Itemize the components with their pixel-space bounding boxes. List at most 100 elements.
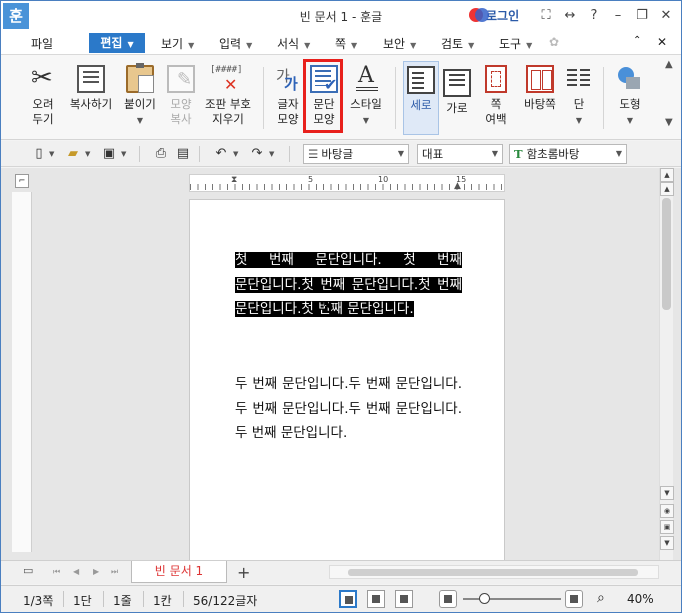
ribbon-divider (263, 67, 264, 129)
indent-marker-icon[interactable]: ⧗ (231, 175, 237, 185)
tab-list-icon[interactable]: ▭ (23, 564, 33, 577)
paragraph-2[interactable]: 두 번째 문단입니다.두 번째 문단입니다.두 번째 문단입니다.두 번째 문단… (235, 372, 462, 446)
restore-icon[interactable]: ❐ (633, 7, 651, 25)
chevron-down-icon: ▼ (246, 41, 253, 50)
horizontal-scroll-thumb[interactable] (348, 569, 638, 576)
menu-insert[interactable]: 입력 ▼ (219, 35, 252, 52)
paragraph-2-text[interactable]: 두 번째 문단입니다.두 번째 문단입니다.두 번째 문단입니다.두 번째 문단… (235, 376, 462, 441)
zoom-slider-thumb[interactable] (479, 593, 490, 604)
chevron-down-icon[interactable]: ▼ (121, 150, 126, 158)
menu-format[interactable]: 서식 ▼ (277, 35, 310, 52)
next-page-icon[interactable]: ▼ (660, 536, 674, 550)
close-icon[interactable]: ✕ (657, 7, 675, 25)
scroll-down-icon[interactable]: ▼ (660, 486, 674, 500)
highlight-box (303, 59, 343, 133)
menu-view[interactable]: 보기 ▼ (161, 35, 194, 52)
copy-button[interactable]: 복사하기 (65, 61, 117, 135)
style-select[interactable]: ☰ 바탕글 ▼ (303, 144, 409, 164)
fullscreen-icon[interactable]: ⛶ (537, 7, 555, 25)
zoom-out-icon[interactable] (439, 590, 457, 608)
page-view-icon[interactable] (339, 590, 357, 608)
zoom-in-icon[interactable] (565, 590, 583, 608)
selected-text[interactable]: 첫 번째 문단입니다. 첫 번째 문단입니다.첫 번째 문단입니다.첫 번째 문… (235, 252, 462, 317)
prev-page-icon[interactable]: ◉ (660, 504, 674, 518)
full-view-icon[interactable] (395, 590, 413, 608)
chevron-down-icon: ▼ (575, 116, 583, 125)
width-view-icon[interactable] (367, 590, 385, 608)
chevron-down-icon[interactable]: ▼ (269, 150, 274, 158)
paragraph-1[interactable]: 첫 번째 문단입니다. 첫 번째 문단입니다.첫 번째 문단입니다.첫 번째 문… (235, 248, 462, 322)
menu-security[interactable]: 보안 ▼ (383, 35, 416, 52)
login-button[interactable]: 로그인 (469, 7, 519, 24)
landscape-button[interactable]: 가로 (441, 61, 473, 135)
columns-label: 단 (573, 97, 585, 111)
print-icon[interactable]: ⎙ (153, 146, 169, 162)
menu-page[interactable]: 쪽 ▼ (335, 35, 357, 52)
add-tab-button[interactable]: + (237, 563, 250, 582)
next-tab-icon[interactable]: ▶ (93, 567, 99, 576)
landscape-label: 가로 (446, 101, 468, 115)
chevron-down-icon[interactable]: ▼ (49, 150, 54, 158)
ribbon-collapse-icon[interactable]: ⌃ (633, 35, 641, 46)
ruler-corner-button[interactable]: ⌐ (15, 174, 29, 188)
open-folder-icon[interactable]: ▰ (65, 146, 81, 162)
redo-icon[interactable]: ↷ (249, 146, 265, 162)
font-select[interactable]: T 함초롬바탕 ▼ (509, 144, 627, 164)
ribbon-scroll-down-icon[interactable]: ▼ (665, 117, 673, 128)
zoom-slider-track[interactable] (463, 598, 561, 600)
first-tab-icon[interactable]: ⏮ (53, 567, 60, 577)
chevron-down-icon: ▼ (362, 116, 370, 125)
vertical-ruler[interactable] (12, 192, 32, 552)
language-select[interactable]: 대표 ▼ (417, 144, 503, 164)
style-button[interactable]: 스타일 ▼ (345, 61, 387, 135)
select-browse-icon[interactable]: ▣ (660, 520, 674, 534)
document-close-icon[interactable]: ✕ (657, 35, 667, 49)
minimize-icon[interactable]: – (609, 7, 627, 25)
columns-button[interactable]: 단 ▼ (563, 61, 595, 135)
last-tab-icon[interactable]: ⏭ (111, 567, 118, 577)
status-page[interactable]: 1/3쪽 (23, 592, 53, 609)
char-shape-button[interactable]: 글자 모양 (271, 61, 305, 135)
portrait-button[interactable]: 세로 (403, 61, 439, 135)
shapes-button[interactable]: 도형 ▼ (611, 61, 649, 135)
magnifier-icon[interactable]: ⌕ (597, 590, 605, 606)
paste-button[interactable]: 붙이기 ▼ (119, 61, 161, 135)
new-document-icon[interactable]: ▯ (31, 146, 47, 162)
horizontal-ruler[interactable]: ⧗ 5 10 15 ▲ (189, 174, 505, 192)
cut-label-2: 두기 (32, 112, 54, 126)
zoom-level[interactable]: 40% (627, 592, 654, 606)
chevron-down-icon: ▼ (615, 149, 622, 158)
language-select-value: 대표 (422, 147, 444, 161)
erase-symbol-label-1: 조판 부호 (205, 97, 251, 111)
cut-button[interactable]: 오려 두기 (23, 61, 63, 135)
puzzle-icon[interactable]: ✿ (549, 35, 559, 49)
prev-tab-icon[interactable]: ◀ (73, 567, 79, 576)
undo-icon[interactable]: ↶ (213, 146, 229, 162)
page-pattern-button[interactable]: 바탕쪽 (519, 61, 561, 135)
preview-icon[interactable]: ▤ (175, 146, 191, 162)
scroll-up-icon[interactable]: ▲ (660, 168, 674, 182)
tab-document-1[interactable]: 빈 문서 1 (131, 561, 227, 583)
erase-symbol-button[interactable]: 조판 부호 지우기 (201, 61, 255, 135)
scroll-up-icon[interactable]: ▲ (660, 182, 674, 196)
menu-file[interactable]: 파일 (31, 35, 53, 52)
horizontal-scrollbar[interactable] (329, 565, 659, 579)
menu-tools[interactable]: 도구 ▼ (499, 35, 532, 52)
save-icon[interactable]: ▣ (101, 146, 117, 162)
chevron-down-icon[interactable]: ▼ (233, 150, 238, 158)
vertical-scrollbar[interactable]: ▲ ▲ ▼ ◉ ▣ ▼ (659, 168, 674, 560)
format-copy-button[interactable]: 모양 복사 (163, 61, 199, 135)
ribbon-scroll-up-icon[interactable]: ▲ (665, 59, 673, 70)
chevron-down-icon[interactable]: ▼ (85, 150, 90, 158)
menu-review[interactable]: 검토 ▼ (441, 35, 474, 52)
format-copy-label-1: 모양 (170, 97, 192, 111)
help-icon[interactable]: ? (585, 7, 603, 25)
page-margin-button[interactable]: 쪽 여백 (477, 61, 515, 135)
right-indent-marker-icon[interactable]: ▲ (454, 181, 461, 191)
scroll-thumb[interactable] (662, 198, 671, 310)
split-icon[interactable]: ↔ (561, 7, 579, 25)
landscape-page-icon (443, 69, 471, 97)
menu-edit[interactable]: 편집 ▼ (89, 33, 145, 53)
document-page[interactable]: 첫 번째 문단입니다. 첫 번째 문단입니다.첫 번째 문단입니다.첫 번째 문… (189, 199, 505, 569)
toolbar-divider (199, 146, 200, 162)
